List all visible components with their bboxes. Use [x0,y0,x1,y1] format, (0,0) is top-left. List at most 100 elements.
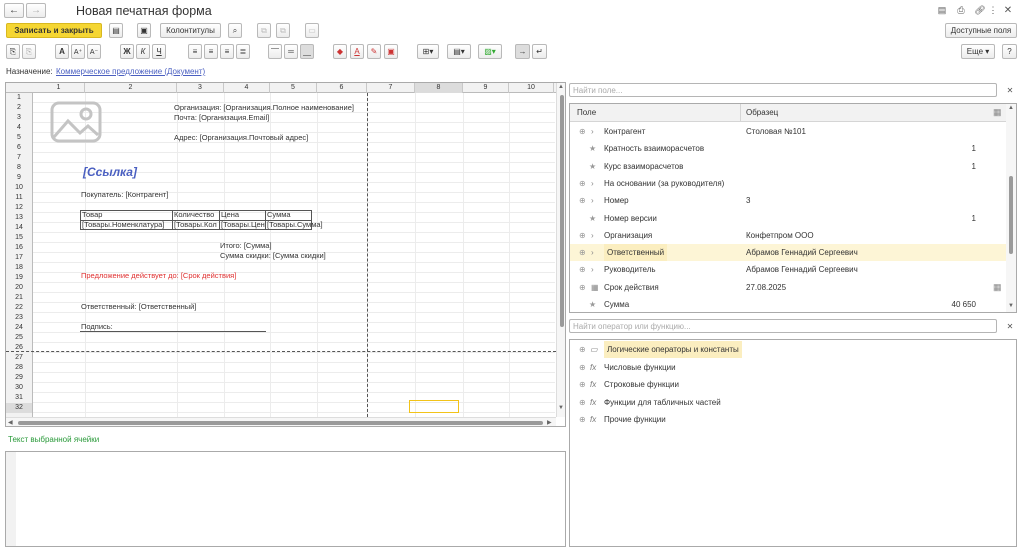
chevron-right-icon[interactable]: › [591,261,594,278]
picture-icon[interactable]: ▨▾ [478,44,502,59]
discount-cell[interactable]: Сумма скидки: [Сумма скидки] [220,251,326,261]
clear-search-icon[interactable]: ✕ [1005,321,1015,331]
chevron-right-icon[interactable]: › [591,227,594,244]
row-number[interactable]: 17 [6,253,32,263]
row-number[interactable]: 10 [6,183,32,193]
expand-icon[interactable]: ⊕ [579,123,586,140]
bold-icon[interactable]: Ж [120,44,134,59]
org-name-cell[interactable]: Организация: [Организация.Полное наимено… [174,103,354,113]
field-row[interactable]: ⊕ ▦ Срок действия 27.08.2025 [570,279,980,296]
save-icon[interactable]: ▤ [109,23,123,38]
column-header[interactable]: 3 [177,83,224,93]
column-header[interactable]: 4 [224,83,270,93]
paste-icon[interactable]: ⧉ [276,23,290,38]
table-cell-price[interactable]: [Товары.Цен [221,220,265,230]
page-icon[interactable]: ▭ [305,23,319,38]
align-center-icon[interactable]: ≡ [204,44,218,59]
email-cell[interactable]: Почта: [Организация.Email] [174,113,269,123]
row-number[interactable]: 2 [6,103,32,113]
column-header[interactable]: 2 [85,83,177,93]
row-number[interactable]: 24 [6,323,32,333]
column-header[interactable]: 1 [33,83,85,93]
font-increase-icon[interactable]: A⁺ [71,44,85,59]
valign-bottom-icon[interactable]: ⎽ [300,44,314,59]
field-row[interactable]: ⊕ › Контрагент Столовая №101 [570,123,980,140]
spreadsheet[interactable]: 1 2 3 4 5 6 7 8 9 10 1 2 3 4 5 6 7 8 9 10 11 12 13 14… [5,82,566,427]
row-number[interactable]: 23 [6,313,32,323]
row-number[interactable]: 8 [6,163,32,173]
scroll-down-icon[interactable]: ▼ [1008,303,1014,309]
link-icon[interactable]: 🔗︎ [974,4,986,16]
table-cell-sum[interactable]: [Товары.Сумма] [267,220,323,230]
forward-button[interactable]: → [26,3,46,18]
field-row[interactable]: ★ Номер версии 1 [570,210,980,227]
headers-footers-button[interactable]: Колонтитулы [160,23,221,38]
horizontal-scrollbar[interactable]: ◀ ▶ [6,417,556,426]
selected-cell[interactable] [409,400,459,413]
chevron-right-icon[interactable]: › [591,175,594,192]
row-number[interactable]: 21 [6,293,32,303]
responsible-cell[interactable]: Ответственный: [Ответственный] [81,302,196,312]
scroll-down-icon[interactable]: ▼ [558,405,564,411]
settings-icon[interactable]: ▦ [993,107,1002,118]
clear-format-icon[interactable]: ▣ [384,44,398,59]
save-icon[interactable]: ▤ [936,4,948,16]
table-header-sum[interactable]: Сумма [267,210,291,220]
save-close-button[interactable]: Записать и закрыть [6,23,102,38]
align-right-icon[interactable]: ≡ [220,44,234,59]
header-field[interactable]: Поле [577,108,596,117]
table-cell-qty[interactable]: [Товары.Кол [174,220,219,230]
help-button[interactable]: ? [1002,44,1017,59]
expand-icon[interactable]: ⊕ [579,227,586,244]
fields-scroll-thumb[interactable] [1009,176,1013,254]
row-number[interactable]: 29 [6,373,32,383]
expand-icon[interactable]: ⊕ [579,359,586,376]
picture-placeholder[interactable] [50,101,102,143]
row-number[interactable]: 14 [6,223,32,233]
back-button[interactable]: ← [4,3,24,18]
function-row[interactable]: ⊕ ▭ Логические операторы и константы [570,341,1016,358]
calendar-icon[interactable]: ▦ [993,279,1002,296]
purpose-link[interactable]: Коммерческое предложение (Документ) [56,67,205,76]
font-icon[interactable]: A [55,44,69,59]
fields-scrollbar[interactable]: ▲ ▼ [1006,104,1016,312]
italic-icon[interactable]: К [136,44,150,59]
expand-icon[interactable]: ⊕ [579,394,586,411]
expand-icon[interactable]: ⊕ [579,192,586,209]
copy-icon[interactable]: ⧉ [257,23,271,38]
expand-icon[interactable]: ⊕ [579,261,586,278]
row-number[interactable]: 9 [6,173,32,183]
column-header[interactable]: 5 [270,83,317,93]
scroll-right-icon[interactable]: ▶ [547,419,552,426]
functions-tree[interactable]: ⊕ ▭ Логические операторы и константы ⊕ fx Чис… [569,339,1017,547]
find-icon[interactable]: ⌕ [228,23,242,38]
function-row[interactable]: ⊕ fx Числовые функции [570,359,1016,376]
table-cell-goods[interactable]: [Товары.Номенклатура] [82,220,171,230]
borders-icon[interactable]: ⊞▾ [417,44,439,59]
row-number[interactable]: 19 [6,273,32,283]
justify-icon[interactable]: ≣ [236,44,250,59]
field-row[interactable]: ⊕ › На основании (за руководителя) [570,175,980,192]
link-cell[interactable]: [Ссылка] [83,165,137,179]
field-row[interactable]: ⊕ › Организация Конфетпром ООО [570,227,980,244]
column-header[interactable]: 6 [317,83,367,93]
table-header-goods[interactable]: Товар [82,210,102,220]
row-number[interactable]: 27 [6,353,32,363]
function-row[interactable]: ⊕ fx Функции для табличных частей [570,394,1016,411]
vertical-scroll-thumb[interactable] [560,95,564,327]
field-row[interactable]: ⊕ › Номер 3 [570,192,980,209]
column-header[interactable]: 7 [367,83,415,93]
field-row[interactable]: ★ Кратность взаиморасчетов 1 [570,140,980,157]
vertical-scrollbar[interactable]: ▲ ▼ [556,83,565,417]
row-number[interactable]: 20 [6,283,32,293]
function-row[interactable]: ⊕ fx Строковые функции [570,376,1016,393]
header-sample[interactable]: Образец [746,108,778,117]
underline-icon[interactable]: Ч [152,44,166,59]
row-number[interactable]: 31 [6,393,32,403]
print-icon[interactable]: ⎙ [955,4,967,16]
row-number[interactable]: 11 [6,193,32,203]
valign-middle-icon[interactable]: ═ [284,44,298,59]
row-number[interactable]: 18 [6,263,32,273]
expand-icon[interactable]: ⊕ [579,341,586,358]
preview-icon[interactable]: ▣ [137,23,151,38]
